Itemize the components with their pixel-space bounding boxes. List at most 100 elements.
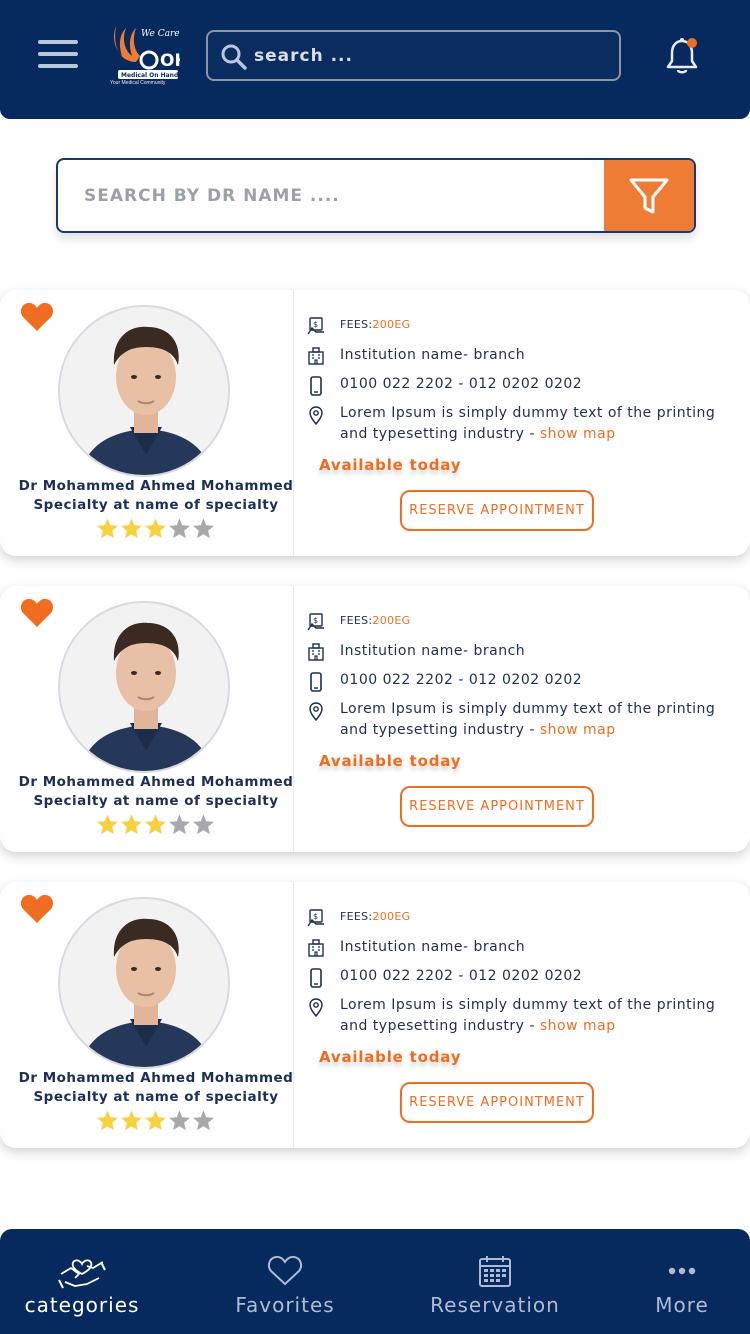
phone-icon — [310, 376, 322, 396]
favorite-heart-icon[interactable] — [20, 598, 54, 628]
svg-text:$: $ — [313, 912, 318, 921]
doctor-name[interactable]: Dr Mohammed Ahmed Mohammed — [0, 774, 312, 790]
logo-tagline-text: We Care — [141, 29, 180, 39]
fees-text: FEES:200EG — [340, 910, 410, 923]
availability-status: Available today — [319, 752, 462, 770]
star-empty-icon — [169, 518, 190, 539]
location-pin-icon — [309, 998, 323, 1017]
doctor-card: Dr Mohammed Ahmed Mohammed Specialty at … — [0, 882, 750, 1148]
show-map-link[interactable]: show map — [540, 722, 616, 738]
star-empty-icon — [169, 814, 190, 835]
fees-value: 200EG — [372, 614, 411, 627]
card-divider — [293, 290, 294, 556]
institution-building-icon — [308, 347, 324, 365]
fees-icon: $ — [307, 909, 324, 927]
star-empty-icon — [193, 814, 214, 835]
institution-building-icon — [308, 939, 324, 957]
reserve-appointment-button[interactable]: RESERVE APPOINTMENT — [400, 490, 594, 531]
nav-favorites[interactable]: Favorites — [235, 1229, 335, 1334]
app-header: We Care OH Medical On Hand Your Medical … — [0, 0, 750, 119]
nav-categories[interactable]: categories — [25, 1229, 138, 1334]
card-divider — [293, 882, 294, 1148]
star-filled-icon — [145, 518, 166, 539]
fees-value: 200EG — [372, 318, 411, 331]
doctor-photo — [58, 601, 230, 773]
filter-button[interactable] — [604, 160, 694, 231]
star-filled-icon — [145, 814, 166, 835]
svg-text:$: $ — [313, 320, 318, 329]
fees-value: 200EG — [372, 910, 411, 923]
availability-status: Available today — [319, 456, 462, 474]
nav-label-more: More — [655, 1293, 709, 1317]
logo-subtitle: Medical On Hand — [121, 72, 178, 79]
address-text: Lorem Ipsum is simply dummy text of the … — [340, 405, 716, 442]
phone-icon — [310, 672, 322, 692]
nav-more[interactable]: More — [650, 1229, 714, 1334]
reserve-appointment-button[interactable]: RESERVE APPOINTMENT — [400, 786, 594, 827]
star-filled-icon — [121, 814, 142, 835]
institution-name: Institution name- branch — [340, 643, 526, 659]
fees-icon: $ — [307, 317, 324, 335]
star-empty-icon — [193, 1110, 214, 1131]
search-icon — [221, 44, 247, 70]
bottom-navigation: categories Favorites Reservation More — [0, 1229, 750, 1334]
star-empty-icon — [169, 1110, 190, 1131]
doctor-card: Dr Mohammed Ahmed Mohammed Specialty at … — [0, 290, 750, 556]
rating-stars — [96, 517, 215, 541]
doctor-address: Lorem Ipsum is simply dummy text of the … — [340, 995, 730, 1037]
doctor-specialty: Specialty at name of specialty — [33, 497, 279, 513]
address-text: Lorem Ipsum is simply dummy text of the … — [340, 997, 716, 1034]
doctor-card: Dr Mohammed Ahmed Mohammed Specialty at … — [0, 586, 750, 852]
star-filled-icon — [97, 814, 118, 835]
show-map-link[interactable]: show map — [540, 426, 616, 442]
card-divider — [293, 586, 294, 852]
star-filled-icon — [97, 518, 118, 539]
notification-bell-icon[interactable] — [664, 36, 700, 76]
more-dots-icon — [668, 1267, 696, 1275]
institution-name: Institution name- branch — [340, 939, 526, 955]
star-filled-icon — [145, 1110, 166, 1131]
doctor-specialty: Specialty at name of specialty — [33, 1089, 279, 1105]
star-filled-icon — [121, 518, 142, 539]
calendar-icon — [479, 1256, 511, 1287]
nav-label-favorites: Favorites — [235, 1293, 335, 1317]
heart-outline-icon — [267, 1255, 303, 1286]
global-search-box[interactable] — [206, 30, 621, 81]
availability-status: Available today — [319, 1048, 462, 1066]
fees-label: FEES: — [340, 318, 373, 331]
phone-numbers[interactable]: 0100 022 2202 - 012 0202 0202 — [340, 376, 582, 392]
nav-reservation[interactable]: Reservation — [430, 1229, 560, 1334]
favorite-heart-icon[interactable] — [20, 894, 54, 924]
nav-label-categories: categories — [24, 1293, 140, 1317]
reserve-appointment-button[interactable]: RESERVE APPOINTMENT — [400, 1082, 594, 1123]
doctor-address: Lorem Ipsum is simply dummy text of the … — [340, 403, 730, 445]
filter-icon — [629, 178, 669, 213]
star-filled-icon — [121, 1110, 142, 1131]
doctor-photo — [58, 897, 230, 1069]
fees-text: FEES:200EG — [340, 318, 410, 331]
app-logo: We Care OH Medical On Hand Your Medical … — [110, 22, 189, 86]
show-map-link[interactable]: show map — [540, 1018, 616, 1034]
logo-community-text: Your Medical Community — [110, 80, 166, 86]
hamburger-menu-icon[interactable] — [38, 40, 78, 70]
doctor-name[interactable]: Dr Mohammed Ahmed Mohammed — [0, 1070, 312, 1086]
svg-text:$: $ — [313, 616, 318, 625]
doctor-address: Lorem Ipsum is simply dummy text of the … — [340, 699, 730, 741]
location-pin-icon — [309, 406, 323, 425]
location-pin-icon — [309, 702, 323, 721]
favorite-heart-icon[interactable] — [20, 302, 54, 332]
fees-text: FEES:200EG — [340, 614, 410, 627]
phone-numbers[interactable]: 0100 022 2202 - 012 0202 0202 — [340, 968, 582, 984]
star-empty-icon — [193, 518, 214, 539]
notification-dot — [687, 38, 697, 48]
fees-label: FEES: — [340, 910, 373, 923]
phone-numbers[interactable]: 0100 022 2202 - 012 0202 0202 — [340, 672, 582, 688]
star-filled-icon — [97, 1110, 118, 1131]
fees-label: FEES: — [340, 614, 373, 627]
nav-label-reservation: Reservation — [430, 1293, 560, 1317]
rating-stars — [96, 813, 215, 837]
doctor-photo — [58, 305, 230, 477]
global-search-input[interactable] — [254, 40, 609, 72]
doctor-name-search-input[interactable] — [84, 178, 584, 214]
doctor-name[interactable]: Dr Mohammed Ahmed Mohammed — [0, 478, 312, 494]
